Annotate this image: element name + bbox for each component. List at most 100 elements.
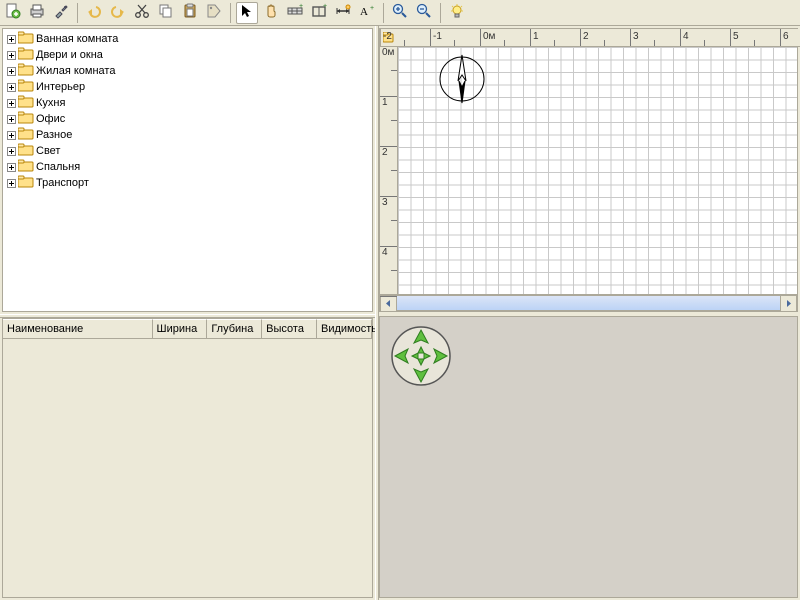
tree-item[interactable]: Кухня xyxy=(3,95,372,111)
tree-item-label: Транспорт xyxy=(36,177,89,189)
expand-icon[interactable] xyxy=(7,131,16,140)
main-area: Ванная комната Двери и окна Жилая комнатаИ… xyxy=(0,26,800,600)
view-3d-panel[interactable] xyxy=(379,316,798,598)
toolbar: ++A+ xyxy=(0,0,800,26)
ruler-y-tick: 0м xyxy=(380,47,397,97)
right-pane: -2-10м123456 0м1234 N xyxy=(379,26,800,600)
tree-item[interactable]: Интерьер xyxy=(3,79,372,95)
ruler-x-tick: -1 xyxy=(431,29,481,46)
furniture-tree[interactable]: Ванная комната Двери и окна Жилая комнатаИ… xyxy=(2,28,373,312)
ruler-y-tick: 1 xyxy=(380,97,397,147)
cut-button[interactable] xyxy=(131,2,153,24)
column-header[interactable]: Ширина xyxy=(153,319,208,339)
bulb-icon xyxy=(449,3,465,22)
folder-icon xyxy=(18,175,34,191)
nav-3d-control[interactable] xyxy=(390,325,452,390)
settings-icon xyxy=(53,3,69,22)
wall-button[interactable]: + xyxy=(284,2,306,24)
ruler-x-tick: 3 xyxy=(631,29,681,46)
scroll-right-button[interactable] xyxy=(780,295,797,312)
svg-text:+: + xyxy=(370,5,374,12)
expand-icon[interactable] xyxy=(7,115,16,124)
text-button[interactable]: A+ xyxy=(356,2,378,24)
room-button[interactable]: + xyxy=(308,2,330,24)
copy-button[interactable] xyxy=(155,2,177,24)
tag-icon xyxy=(206,3,222,22)
zoom-out-button[interactable] xyxy=(413,2,435,24)
tree-item-label: Спальня xyxy=(36,161,80,173)
tree-item[interactable]: Спальня xyxy=(3,159,372,175)
tree-item-label: Двери и окна xyxy=(36,49,103,61)
tree-item[interactable]: Разное xyxy=(3,127,372,143)
tag-button[interactable] xyxy=(203,2,225,24)
ruler-row: -2-10м123456 xyxy=(380,29,797,47)
zoom-in-button[interactable] xyxy=(389,2,411,24)
folder-icon xyxy=(18,47,34,63)
ruler-vertical[interactable]: 0м1234 xyxy=(380,47,398,294)
redo-button[interactable] xyxy=(107,2,129,24)
wall-icon: + xyxy=(287,3,303,22)
tree-item[interactable]: Жилая комната xyxy=(3,63,372,79)
ruler-y-tick: 3 xyxy=(380,197,397,247)
table-body[interactable] xyxy=(3,339,372,597)
tree-item-label: Разное xyxy=(36,129,72,141)
tree-item-label: Ванная комната xyxy=(36,33,118,45)
canvas-body: 0м1234 N xyxy=(380,47,797,294)
toolbar-separator xyxy=(230,3,231,23)
tree-item[interactable]: Ванная комната xyxy=(3,31,372,47)
pointer-button[interactable] xyxy=(236,2,258,24)
tree-item[interactable]: Транспорт xyxy=(3,175,372,191)
svg-text:A: A xyxy=(360,6,368,18)
undo-button[interactable] xyxy=(83,2,105,24)
new-button[interactable] xyxy=(2,2,24,24)
expand-icon[interactable] xyxy=(7,179,16,188)
print-button[interactable] xyxy=(26,2,48,24)
folder-icon xyxy=(18,79,34,95)
new-icon xyxy=(5,3,21,22)
expand-icon[interactable] xyxy=(7,51,16,60)
print-icon xyxy=(29,3,45,22)
expand-icon[interactable] xyxy=(7,35,16,44)
plan-horizontal-scrollbar[interactable] xyxy=(380,294,797,311)
toolbar-separator xyxy=(77,3,78,23)
scroll-left-button[interactable] xyxy=(380,295,397,312)
zoom-out-icon xyxy=(416,3,432,22)
folder-icon xyxy=(18,31,34,47)
column-header[interactable]: Высота xyxy=(262,319,317,339)
expand-icon[interactable] xyxy=(7,83,16,92)
folder-icon xyxy=(18,63,34,79)
tree-item[interactable]: Свет xyxy=(3,143,372,159)
expand-icon[interactable] xyxy=(7,67,16,76)
tree-item[interactable]: Офис xyxy=(3,111,372,127)
column-header[interactable]: Наименование xyxy=(3,319,153,339)
text-icon: A+ xyxy=(359,3,375,22)
expand-icon[interactable] xyxy=(7,99,16,108)
column-header[interactable]: Глубина xyxy=(207,319,262,339)
scroll-track[interactable] xyxy=(397,295,780,311)
column-header[interactable]: Видимость xyxy=(317,319,372,339)
toolbar-separator xyxy=(383,3,384,23)
hand-button[interactable] xyxy=(260,2,282,24)
paste-button[interactable] xyxy=(179,2,201,24)
redo-icon xyxy=(110,3,126,22)
expand-icon[interactable] xyxy=(7,147,16,156)
bulb-button[interactable] xyxy=(446,2,468,24)
svg-text:+: + xyxy=(323,3,327,10)
tree-item-label: Офис xyxy=(36,113,65,125)
zoom-in-icon xyxy=(392,3,408,22)
ruler-x-tick: 2 xyxy=(581,29,631,46)
table-header: НаименованиеШиринаГлубинаВысотаВидимость xyxy=(3,319,372,339)
expand-icon[interactable] xyxy=(7,163,16,172)
ruler-y-tick: 2 xyxy=(380,147,397,197)
tree-item[interactable]: Двери и окна xyxy=(3,47,372,63)
folder-icon xyxy=(18,143,34,159)
ruler-y-tick: 4 xyxy=(380,247,397,297)
dimension-button[interactable] xyxy=(332,2,354,24)
compass-icon: N xyxy=(434,51,490,110)
left-pane: Ванная комната Двери и окна Жилая комнатаИ… xyxy=(0,26,375,600)
plan-grid[interactable]: N xyxy=(398,47,797,294)
ruler-x-tick: 5 xyxy=(731,29,781,46)
ruler-horizontal[interactable]: -2-10м123456 xyxy=(381,29,800,47)
items-table: НаименованиеШиринаГлубинаВысотаВидимость xyxy=(2,318,373,598)
settings-button[interactable] xyxy=(50,2,72,24)
